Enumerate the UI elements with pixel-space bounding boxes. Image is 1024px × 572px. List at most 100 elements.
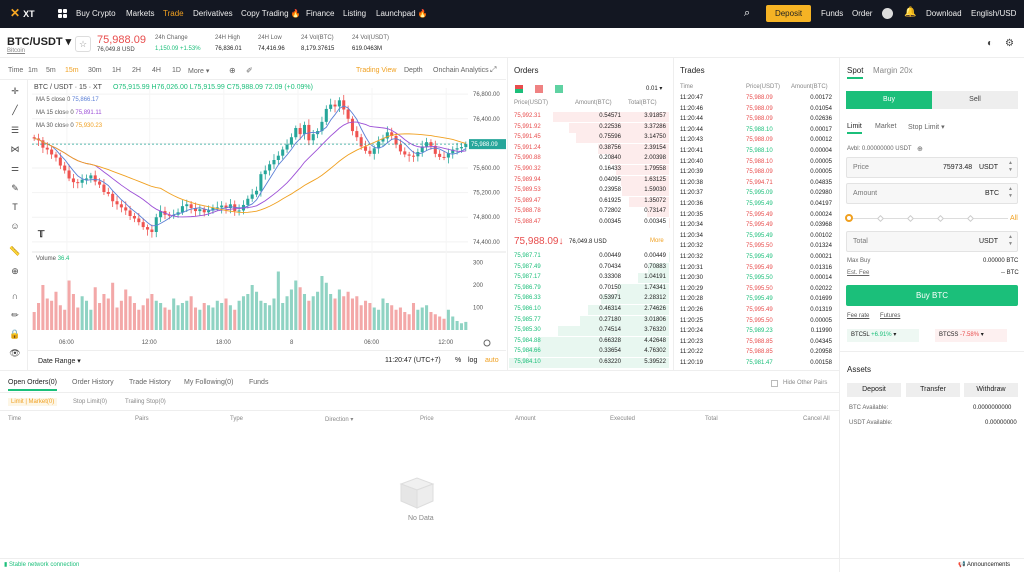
fee-rate-link[interactable]: Fee rate bbox=[847, 313, 869, 319]
interval-time[interactable]: Time bbox=[8, 67, 23, 74]
ask-row[interactable]: 75,991.24 0.38756 2.39154 bbox=[509, 143, 669, 154]
asset-withdraw-button[interactable]: Withdraw bbox=[964, 383, 1018, 397]
indicator-icon[interactable]: ⊕ bbox=[229, 66, 236, 75]
precision-select[interactable]: 0.01 ▾ bbox=[646, 85, 662, 92]
buy-tab-button[interactable]: Buy bbox=[846, 91, 932, 109]
nav-language[interactable]: English/USD bbox=[971, 9, 1016, 18]
bid-row[interactable]: 75,986.10 0.46314 2.74626 bbox=[509, 305, 669, 315]
interval-4h[interactable]: 4H bbox=[152, 67, 161, 74]
nav-copy-trading[interactable]: Copy Trading 🔥 bbox=[241, 9, 301, 18]
bid-row[interactable]: 75,987.71 0.00449 0.00449 bbox=[509, 252, 669, 262]
buy-btc-button[interactable]: Buy BTC bbox=[846, 285, 1018, 306]
price-chart[interactable]: 76,800.0076,400.0076,000.0075,600.0075,2… bbox=[28, 80, 506, 350]
crosshair-icon[interactable]: ✛ bbox=[8, 86, 22, 98]
tab-funds[interactable]: Funds bbox=[249, 379, 268, 386]
view-depth[interactable]: Depth bbox=[404, 67, 423, 74]
bid-row[interactable]: 75,985.77 0.27180 3.01806 bbox=[509, 315, 669, 326]
tab-spot[interactable]: Spot bbox=[847, 66, 864, 79]
tab-margin[interactable]: Margin 20x bbox=[873, 66, 913, 75]
nav-launchpad[interactable]: Launchpad 🔥 bbox=[376, 9, 428, 18]
nav-derivatives[interactable]: Derivatives bbox=[193, 9, 233, 18]
add-funds-icon[interactable]: ⊕ bbox=[917, 145, 923, 153]
interval-1m[interactable]: 1m bbox=[28, 67, 38, 74]
logo[interactable]: ✕ XT bbox=[10, 6, 35, 20]
interval-30m[interactable]: 30m bbox=[88, 67, 102, 74]
book-both-icon[interactable] bbox=[515, 85, 523, 93]
trendline-icon[interactable]: ╱ bbox=[8, 105, 22, 117]
tab-open-orders[interactable]: Open Orders(0) bbox=[8, 379, 58, 391]
view-onchain[interactable]: Onchain Analytics bbox=[433, 67, 489, 74]
nav-listing[interactable]: Listing bbox=[343, 9, 366, 18]
order-type-market[interactable]: Market bbox=[875, 123, 896, 130]
slider-tick[interactable] bbox=[876, 214, 885, 223]
nav-markets[interactable]: Markets bbox=[126, 9, 154, 18]
subtab-trailing-stop[interactable]: Trailing Stop(0) bbox=[125, 399, 166, 405]
horizontal-lines-icon[interactable]: ☰ bbox=[8, 125, 22, 137]
interval-more[interactable]: More ▾ bbox=[188, 67, 209, 75]
view-tradingview[interactable]: Trading View bbox=[356, 67, 396, 74]
total-field[interactable]: Total USDT ▲ ▼ bbox=[846, 231, 1018, 252]
search-icon[interactable]: ⌕ bbox=[744, 7, 750, 20]
nav-trade[interactable]: Trade bbox=[163, 9, 184, 18]
slider-tick[interactable] bbox=[966, 214, 975, 223]
interval-1h[interactable]: 1H bbox=[112, 67, 121, 74]
subtab-stop-limit[interactable]: Stop Limit(0) bbox=[73, 399, 107, 405]
percent-toggle[interactable]: % bbox=[455, 357, 461, 364]
ask-row[interactable]: 75,990.32 0.16433 1.79558 bbox=[509, 165, 669, 175]
settings-gear-icon[interactable]: ⚙ bbox=[1005, 38, 1014, 49]
nav-funds[interactable]: Funds bbox=[821, 9, 843, 18]
fullscreen-icon[interactable]: ⤢ bbox=[490, 65, 496, 75]
slider-all[interactable]: All bbox=[1010, 215, 1018, 222]
ask-row[interactable]: 75,988.47 0.00345 0.00345 bbox=[509, 218, 669, 228]
subtab-limit-market[interactable]: Limit | Market(0) bbox=[8, 398, 58, 406]
amount-slider[interactable] bbox=[848, 218, 1008, 219]
book-asks-icon[interactable] bbox=[535, 85, 543, 93]
order-type-limit[interactable]: Limit bbox=[847, 123, 862, 134]
nav-finance[interactable]: Finance bbox=[306, 9, 334, 18]
col-direction[interactable]: Direction ▾ bbox=[325, 416, 353, 423]
draw-settings-icon[interactable]: ✐ bbox=[246, 66, 253, 75]
tab-trade-history[interactable]: Trade History bbox=[129, 379, 171, 386]
order-type-stop-limit[interactable]: Stop Limit ▾ bbox=[908, 123, 945, 131]
tab-my-following[interactable]: My Following(0) bbox=[184, 379, 233, 386]
price-stepper[interactable]: ▲ ▼ bbox=[1008, 160, 1013, 174]
interval-5m[interactable]: 5m bbox=[46, 67, 56, 74]
log-toggle[interactable]: log bbox=[468, 357, 477, 364]
nav-buy-crypto[interactable]: Buy Crypto bbox=[76, 9, 116, 18]
slider-handle[interactable] bbox=[845, 214, 853, 222]
text-icon[interactable]: T bbox=[8, 202, 22, 214]
more-link[interactable]: More bbox=[650, 238, 664, 244]
hide-other-pairs-checkbox[interactable] bbox=[771, 380, 778, 387]
ruler-icon[interactable]: 📏 bbox=[8, 246, 22, 258]
ask-row[interactable]: 75,989.94 0.04095 1.63125 bbox=[509, 175, 669, 186]
bid-row[interactable]: 75,987.17 0.33308 1.04191 bbox=[509, 273, 669, 284]
tab-order-history[interactable]: Order History bbox=[72, 379, 114, 386]
announcements-link[interactable]: 📢 Announcements bbox=[958, 561, 1010, 568]
date-range-button[interactable]: Date Range ▾ bbox=[38, 357, 81, 365]
ask-row[interactable]: 75,988.78 0.72802 0.73147 bbox=[509, 207, 669, 218]
bid-row[interactable]: 75,986.33 0.53971 2.28312 bbox=[509, 294, 669, 305]
amount-stepper[interactable]: ▲ ▼ bbox=[1008, 186, 1013, 200]
ask-row[interactable]: 75,989.47 0.61925 1.35072 bbox=[509, 196, 669, 207]
apps-grid-icon[interactable] bbox=[58, 9, 67, 18]
bid-row[interactable]: 75,986.79 0.70150 1.74341 bbox=[509, 283, 669, 294]
slider-tick[interactable] bbox=[906, 214, 915, 223]
bid-row[interactable]: 75,984.10 0.63220 5.39522 bbox=[509, 358, 669, 368]
cancel-all-button[interactable]: Cancel All bbox=[803, 416, 830, 422]
favorite-star-icon[interactable]: ☆ bbox=[75, 36, 91, 52]
slider-tick[interactable] bbox=[936, 214, 945, 223]
bid-row[interactable]: 75,984.88 0.66328 4.42648 bbox=[509, 336, 669, 347]
lock-icon[interactable]: 🔒 bbox=[8, 329, 22, 341]
ask-row[interactable]: 75,991.92 0.22536 3.37286 bbox=[509, 122, 669, 133]
interval-15m[interactable]: 15m bbox=[65, 67, 79, 74]
auto-toggle[interactable]: auto bbox=[485, 357, 499, 364]
futures-link[interactable]: Futures bbox=[880, 313, 900, 319]
book-bids-icon[interactable] bbox=[555, 85, 563, 93]
deposit-button[interactable]: Deposit bbox=[766, 5, 811, 22]
brush-icon[interactable]: ✎ bbox=[8, 183, 22, 195]
lev-token-short[interactable]: BTC5S -7.58% ▾ bbox=[935, 329, 1007, 342]
amount-field[interactable]: Amount BTC ▲ ▼ bbox=[846, 183, 1018, 204]
emoji-icon[interactable]: ☺ bbox=[8, 221, 22, 233]
ask-row[interactable]: 75,992.31 0.54571 3.91857 bbox=[509, 112, 669, 122]
bell-icon[interactable]: 🔔 bbox=[904, 7, 916, 18]
